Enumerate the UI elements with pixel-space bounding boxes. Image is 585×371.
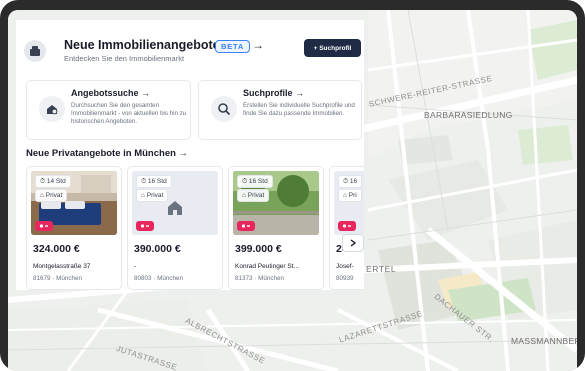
map-district-label: MASSMANNBER [511,336,577,346]
listing-postcode: 80803 · München [134,275,184,282]
listing-address: Konrad Peutinger St... [235,263,299,270]
listing-address: Josef- [336,263,354,270]
listing-postcode: 81679 · München [33,275,83,282]
favorite-icon[interactable] [136,221,154,231]
listing-price: 324.000 € [33,243,80,255]
type-chip: ⌂ Pri [338,189,362,202]
offers-panel: Neue Immobilienangebote BETA → Entdecken… [16,20,364,290]
logo-icon [24,40,46,62]
chevron-right-icon [350,239,356,247]
arrow-right-icon[interactable]: → [252,38,264,52]
age-chip: ⏱ 16 [338,175,363,188]
listing-address: Montgelasstraße 37 [33,263,91,270]
feature-description: Erstellen Sie individuelle Suchprofile u… [243,102,355,117]
favorite-icon[interactable] [338,221,356,231]
feature-description: Durchsuchen Sie den gesamten Immobilienm… [71,102,187,125]
beta-badge: BETA [215,40,251,53]
age-chip: ⏱ 14 Std [35,175,71,188]
type-chip: ⌂ Privat [136,189,169,202]
listing-postcode: 81373 · München [235,275,285,282]
listing-photo: ⏱ 16 Std ⌂ Privat [233,171,319,235]
age-chip: ⏱ 16 Std [136,175,172,188]
favorite-icon[interactable] [35,221,53,231]
type-chip: ⌂ Privat [35,189,68,202]
listing-photo: ⏱ 16 ⌂ Pri [334,171,364,235]
favorite-icon[interactable] [237,221,255,231]
add-search-profile-button[interactable]: + Suchprofil [304,39,361,57]
carousel-next-button[interactable] [342,234,364,252]
listing-card[interactable]: ⏱ 16 ⌂ Pri 240. Josef- 80939 [329,166,364,290]
map-street-label: ERTEL [366,264,397,274]
page-title: Neue Immobilienangebote [64,38,220,52]
type-chip: ⌂ Privat [237,189,270,202]
device-frame: SCHWERE-REITER-STRASSE BARBARASIEDLUNG E… [0,0,585,371]
age-chip: ⏱ 16 Std [237,175,273,188]
listing-price: 399.000 € [235,243,282,255]
house-search-icon [39,96,65,122]
page-subtitle: Entdecken Sie den Immobilienmarkt [64,54,185,63]
feature-title: Suchprofile → [243,88,305,98]
listing-card[interactable]: ⏱ 14 Std ⌂ Privat 324.000 € Montgelasstr… [26,166,122,290]
listing-card[interactable]: ⏱ 16 Std ⌂ Privat 390.000 € - 80803 · Mü… [127,166,223,290]
listing-address: - [134,263,137,270]
screen: SCHWERE-REITER-STRASSE BARBARASIEDLUNG E… [8,10,577,371]
section-title[interactable]: Neue Privatangebote in München → [26,148,188,159]
listing-card[interactable]: ⏱ 16 Std ⌂ Privat 399.000 € Konrad Peuti… [228,166,324,290]
listing-postcode: 80939 [336,275,354,282]
listing-photo: ⏱ 16 Std ⌂ Privat [132,171,218,235]
listing-price: 390.000 € [134,243,181,255]
feature-card-angebotssuche[interactable]: Angebotssuche → Durchsuchen Sie den gesa… [26,80,191,140]
feature-title: Angebotssuche → [71,88,151,98]
listing-photo: ⏱ 14 Std ⌂ Privat [31,171,117,235]
feature-card-suchprofile[interactable]: Suchprofile → Erstellen Sie individuelle… [198,80,362,140]
map-district-label: BARBARASIEDLUNG [424,110,513,120]
search-profile-icon [211,96,237,122]
